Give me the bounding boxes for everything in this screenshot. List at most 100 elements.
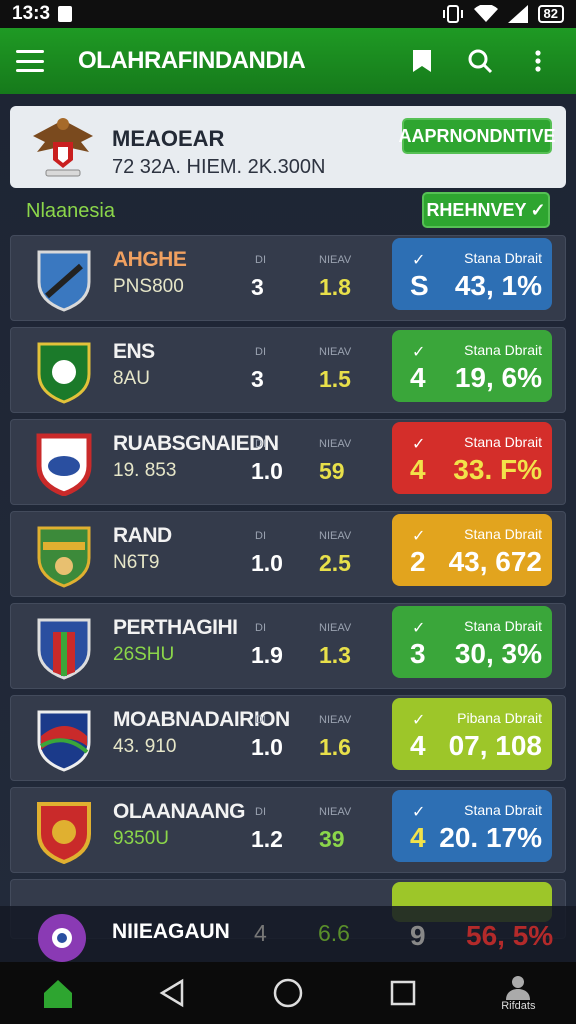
- club-crest-icon: [37, 618, 91, 680]
- status-icons: 82: [442, 5, 564, 23]
- nav-profile[interactable]: Rifdats: [478, 974, 558, 1012]
- review-button[interactable]: RHEHNVEY ✓: [422, 192, 550, 228]
- stat-pill[interactable]: ✓ Stana Dbrait 4 20. 17%: [392, 790, 552, 862]
- nav-home-circle[interactable]: [248, 977, 328, 1009]
- garuda-emblem-icon: [33, 118, 93, 177]
- stat-pill[interactable]: ✓ Stana Dbrait 3 30, 3%: [392, 606, 552, 678]
- check-icon: ✓: [530, 199, 546, 220]
- club-crest-icon: [38, 914, 86, 962]
- pill-big: 4: [410, 454, 426, 485]
- value-1: 1.0: [251, 550, 283, 576]
- team-row[interactable]: MOABNADAIRION 43. 910 DI NIEAV 1.0 1.6 ✓…: [10, 695, 566, 781]
- pill-big: 3: [410, 638, 426, 669]
- club-crest-icon: [37, 802, 91, 864]
- value-2: 39: [319, 826, 345, 852]
- stat-pill[interactable]: ✓ Stana Dbrait 4 33. F%: [392, 422, 552, 494]
- bottom-summary-row[interactable]: NIIEAGAUN 4 6.6 9 56, 5%: [0, 906, 576, 962]
- value-2: 1.5: [319, 366, 351, 392]
- team-name: NIIEAGAUN: [112, 920, 230, 943]
- club-crest-icon: [37, 526, 91, 588]
- value-1: 1.0: [251, 458, 283, 484]
- team-name: OLAANAANG: [113, 800, 246, 823]
- team-row[interactable]: ENS 8AU DI NIEAV 3 1.5 ✓ Stana Dbrait 4 …: [10, 327, 566, 413]
- check-icon: ✓: [412, 804, 426, 821]
- home-circle-icon: [273, 978, 303, 1008]
- pill-pct: 56, 5%: [466, 920, 554, 951]
- header-card: MEAOEAR 72 32A. HIEM. 2K.300N AAPRNONDNT…: [10, 106, 566, 188]
- app-bar: OLAHRAFINDANDIA: [0, 28, 576, 94]
- team-row[interactable]: RUABSGNAIEDN 19. 853 DI NIEAV 1.0 59 ✓ S…: [10, 419, 566, 505]
- club-crest-icon: [37, 342, 91, 404]
- status-bar: 13:3 82: [0, 0, 576, 28]
- check-icon: ✓: [412, 344, 426, 361]
- team-sub: 9350U: [113, 828, 169, 849]
- pill-label: Stana Dbrait: [464, 802, 542, 818]
- col1-header: DI: [255, 438, 266, 450]
- bookmark-icon[interactable]: [400, 39, 444, 83]
- pill-pct: 19, 6%: [454, 362, 542, 393]
- col2-header: NIEAV: [319, 254, 352, 266]
- value-2: 59: [319, 458, 345, 484]
- pill-big: S: [410, 270, 429, 301]
- team-name: PERTHAGIHI: [113, 616, 238, 639]
- wifi-icon: [473, 5, 498, 22]
- pill-pct: 33. F%: [453, 454, 542, 485]
- team-sub: 26SHU: [113, 644, 175, 665]
- content-area: MEAOEAR 72 32A. HIEM. 2K.300N AAPRNONDNT…: [0, 94, 576, 962]
- home-icon: [43, 980, 72, 1008]
- col1-header: DI: [255, 806, 266, 818]
- team-row[interactable]: RAND N6T9 DI NIEAV 1.0 2.5 ✓ Stana Dbrai…: [10, 511, 566, 597]
- signal-icon: [507, 5, 528, 23]
- pill-pct: 43, 672: [448, 546, 542, 577]
- col1-header: DI: [255, 622, 266, 634]
- value-1: 3: [251, 366, 264, 392]
- col2-header: NIEAV: [319, 530, 352, 542]
- check-icon: ✓: [412, 436, 426, 453]
- header-subtitle: 72 32A. HIEM. 2K.300N: [112, 156, 326, 178]
- value-1: 4: [254, 920, 267, 946]
- club-crest-icon: [37, 250, 91, 312]
- more-vert-icon[interactable]: [516, 39, 560, 83]
- pill-label: Stana Dbrait: [464, 526, 542, 542]
- pill-big: 4: [410, 730, 426, 761]
- pill-label: Stana Dbrait: [464, 434, 542, 450]
- team-name: RAND: [113, 524, 172, 547]
- battery-icon: 82: [537, 5, 564, 23]
- value-2: 6.6: [318, 920, 350, 946]
- col2-header: NIEAV: [319, 346, 352, 358]
- header-title: MEAOEAR: [112, 126, 225, 151]
- team-sub: 8AU: [113, 368, 150, 389]
- nav-home[interactable]: [18, 975, 98, 1011]
- section-label: Nlaanesia: [26, 200, 115, 222]
- team-sub: 19. 853: [113, 460, 177, 481]
- status-time: 13:3: [12, 3, 442, 25]
- check-icon: ✓: [412, 620, 426, 637]
- club-crest-icon: [37, 710, 91, 772]
- stat-pill[interactable]: ✓ Pibana Dbrait 4 07, 108: [392, 698, 552, 770]
- team-row[interactable]: PERTHAGIHI 26SHU DI NIEAV 1.9 1.3 ✓ Stan…: [10, 603, 566, 689]
- pill-label: Stana Dbrait: [464, 250, 542, 266]
- back-triangle-icon: [159, 978, 184, 1008]
- team-row[interactable]: AHGHE PNS800 DI NIEAV 3 1.8 ✓ Stana Dbra…: [10, 235, 566, 321]
- header-action-button[interactable]: AAPRNONDNTIVE: [399, 118, 556, 154]
- value-2: 1.3: [319, 642, 351, 668]
- team-row[interactable]: OLAANAANG 9350U DI NIEAV 1.2 39 ✓ Stana …: [10, 787, 566, 873]
- club-crest-icon: [36, 433, 92, 496]
- stat-pill[interactable]: ✓ Stana Dbrait 2 43, 672: [392, 514, 552, 586]
- value-1: 1.9: [251, 642, 283, 668]
- value-1: 1.0: [251, 734, 283, 760]
- stat-pill[interactable]: ✓ Stana Dbrait S 43, 1%: [392, 238, 552, 310]
- nav-back[interactable]: [133, 978, 213, 1008]
- hamburger-menu-icon[interactable]: [16, 50, 44, 72]
- stat-pill[interactable]: ✓ Stana Dbrait 4 19, 6%: [392, 330, 552, 402]
- nav-recents[interactable]: [363, 979, 443, 1007]
- pill-label: Pibana Dbrait: [457, 710, 542, 726]
- check-icon: ✓: [412, 252, 426, 269]
- pill-pct: 43, 1%: [454, 270, 542, 301]
- search-icon[interactable]: [458, 39, 502, 83]
- profile-icon: [506, 976, 531, 1000]
- nav-profile-label: Rifdats: [501, 1000, 536, 1012]
- recents-square-icon: [390, 980, 416, 1006]
- col1-header: DI: [255, 530, 266, 542]
- value-2: 2.5: [319, 550, 351, 576]
